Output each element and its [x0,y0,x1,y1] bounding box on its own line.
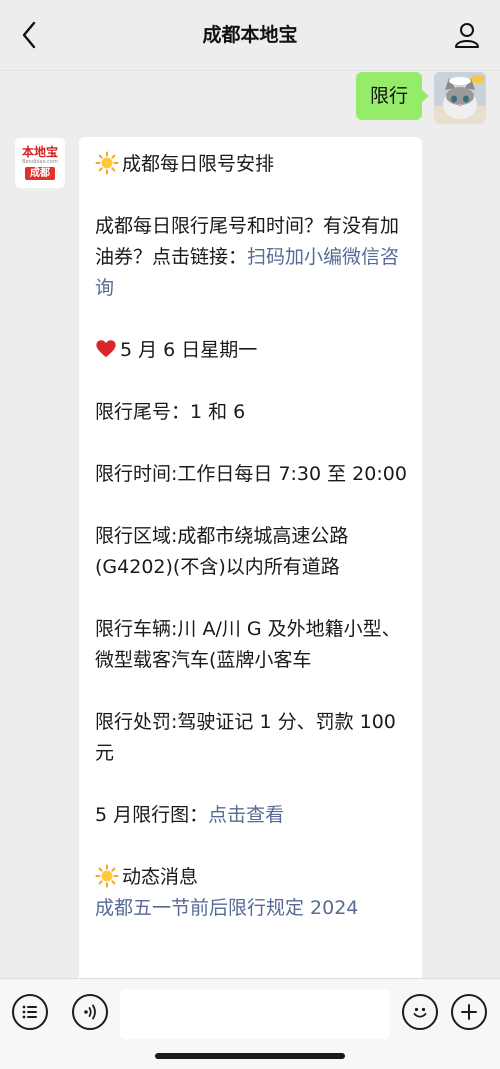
profile-button[interactable] [450,18,484,52]
news-heading: 动态消息 [95,862,408,893]
restriction-time: 限行时间:工作日每日 7:30 至 20:00 [95,463,407,485]
emoji-button[interactable] [402,994,438,1030]
chat-title: 成都本地宝 [202,24,298,46]
restriction-vehicles: 限行车辆:川 A/川 G 及外地籍小型、微型载客汽车(蓝牌小客车 [95,618,401,671]
sun-icon [95,151,119,175]
heading-text: 成都每日限号安排 [122,153,275,175]
incoming-bubble[interactable]: 成都每日限号安排 成都每日限行尾号和时间？有没有加油券？点击链接：扫码加小编微信… [79,137,422,997]
heart-icon [96,340,116,358]
person-icon [455,23,479,48]
logo-city: 成都 [25,167,55,180]
logo-text: 本地宝 [21,145,58,159]
list-menu-icon [22,1005,37,1019]
restriction-penalty: 限行处罚:驾驶证记 1 分、罚款 100 元 [95,711,396,764]
incoming-message: 本地宝 Bendibao.com 成都 成都每日限号安排 成都每日限行尾号和时间… [14,137,422,997]
header-divider [0,70,500,71]
view-map-link[interactable]: 点击查看 [208,804,284,826]
more-button[interactable] [451,994,487,1030]
intro-paragraph: 成都每日限行尾号和时间？有没有加油券？点击链接：扫码加小编微信咨询 [95,211,408,304]
top-bar: 成都本地宝 [0,0,500,70]
logo-url: Bendibao.com [22,159,58,165]
voice-button[interactable] [72,994,108,1030]
message-heading: 成都每日限号安排 [95,149,408,180]
date-text: 5 月 6 日星期一 [120,339,258,361]
bot-avatar[interactable]: 本地宝 Bendibao.com 成都 [14,137,66,189]
outgoing-message: 限行 [355,72,486,124]
message-input[interactable] [120,989,390,1039]
home-indicator [155,1053,345,1059]
tail-numbers: 限行尾号：1 和 6 [95,401,246,423]
smiley-icon [413,1007,427,1018]
news-link[interactable]: 成都五一节前后限行规定 2024 [95,893,408,924]
voice-icon [84,1004,96,1020]
menu-button[interactable] [12,994,48,1030]
news-heading-text: 动态消息 [122,866,199,888]
outgoing-bubble[interactable]: 限行 [355,72,430,120]
map-line: 5 月限行图：点击查看 [95,800,408,831]
sun-icon [95,864,119,888]
restriction-area: 限行区域:成都市绕城高速公路(G4202)(不含)以内所有道路 [95,525,349,578]
date-line: 5 月 6 日星期一 [95,335,408,366]
cat-avatar-image [434,72,486,124]
plus-icon [461,1004,477,1020]
user-avatar[interactable] [434,72,486,124]
map-label: 5 月限行图： [95,804,209,826]
